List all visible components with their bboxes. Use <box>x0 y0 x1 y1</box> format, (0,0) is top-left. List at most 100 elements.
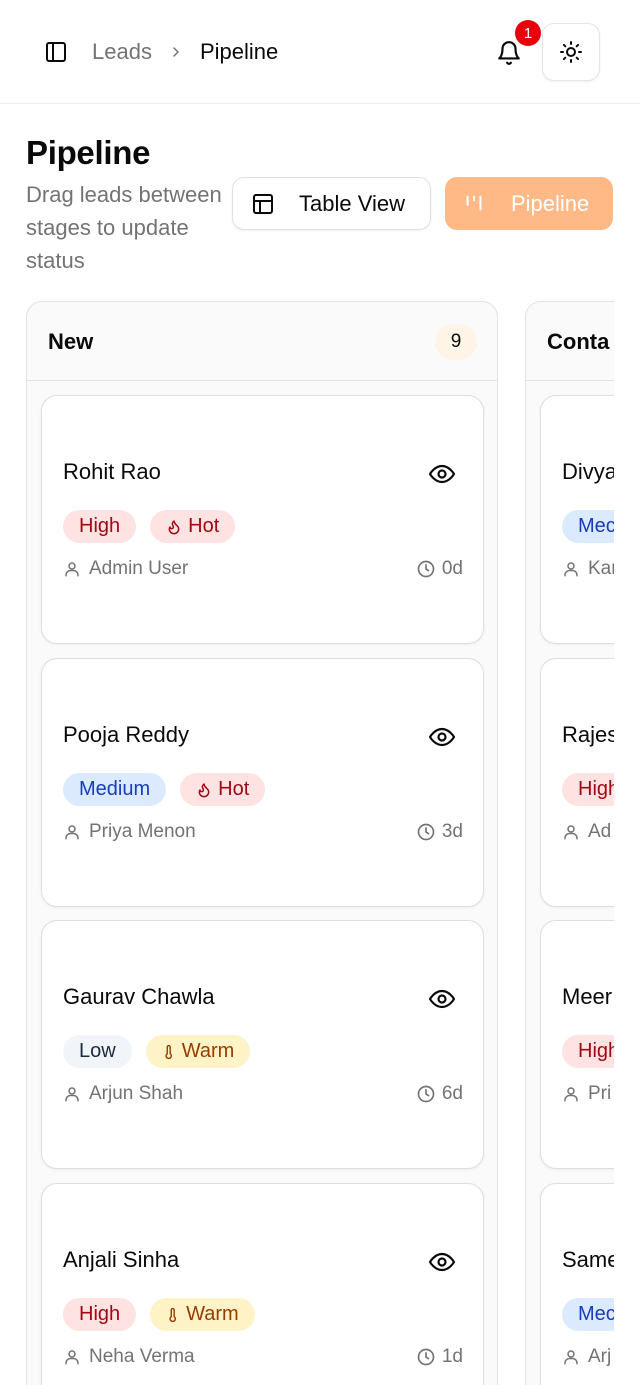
table-icon <box>253 193 273 214</box>
lead-badges: Medium Hot <box>63 773 266 806</box>
lead-age: 3d <box>416 821 463 843</box>
temperature-label: Hot <box>188 515 220 537</box>
age-value: 0d <box>441 558 463 579</box>
lead-meta: Arj <box>562 1346 614 1370</box>
priority-badge: Low <box>63 1035 132 1068</box>
lead-card[interactable]: Anjali Sinha High Warm Neha Verma 1d <box>41 1183 484 1385</box>
temperature-label: Hot <box>218 778 250 800</box>
page-subtitle: Drag leads between stages to update stat… <box>26 182 222 273</box>
lead-owner: Neha Verma <box>63 1346 195 1368</box>
lead-owner: Priya Menon <box>63 821 196 843</box>
lead-card[interactable]: Divya Mec Kar <box>540 395 614 644</box>
lead-meta: Pri <box>562 1083 614 1107</box>
priority-badge: High <box>63 510 137 543</box>
lead-meta: Priya Menon 3d <box>63 821 463 845</box>
lead-name: Rohit Rao <box>63 459 161 484</box>
temperature-label: Warm <box>186 1303 239 1325</box>
lead-name: Meer <box>562 984 613 1009</box>
age-value: 6d <box>441 1083 463 1104</box>
breadcrumb-current: Pipeline <box>199 39 279 64</box>
pipeline-view-label: Pipeline <box>511 190 590 216</box>
lead-badges: High Warm <box>63 1298 255 1331</box>
thermometer-icon <box>169 1307 177 1322</box>
lead-card[interactable]: Rohit Rao High Hot Admin User 0d <box>41 395 484 644</box>
lead-card[interactable]: Gaurav Chawla Low Warm Arjun Shah 6d <box>41 920 484 1169</box>
theme-toggle-button[interactable] <box>542 23 600 81</box>
table-view-button[interactable]: Table View <box>232 177 431 230</box>
column-title: Conta <box>547 329 610 354</box>
chevron-right-icon <box>168 44 184 60</box>
age-value: 1d <box>441 1346 463 1367</box>
user-icon <box>564 562 578 577</box>
stage-column-new: New 9 Rohit Rao High Hot Admin User 0d P… <box>26 301 498 1385</box>
lead-name: Anjali Sinha <box>63 1247 180 1272</box>
lead-badges: High <box>562 773 614 806</box>
thermometer-icon <box>165 1044 172 1059</box>
sun-icon <box>560 41 582 63</box>
lead-name: Rajes <box>562 722 614 747</box>
priority-badge: Medium <box>63 773 167 806</box>
priority-badge: High <box>63 1298 137 1331</box>
lead-owner: Pri <box>562 1083 611 1105</box>
pipeline-view-button[interactable]: Pipeline <box>445 177 613 230</box>
user-icon <box>564 825 578 840</box>
lead-owner: Arjun Shah <box>63 1083 183 1105</box>
temperature-badge: Hot <box>150 510 236 543</box>
pipeline-board[interactable]: New 9 Rohit Rao High Hot Admin User 0d P… <box>0 301 614 1385</box>
user-icon <box>65 1087 79 1102</box>
lead-badges: Mec <box>562 1298 614 1331</box>
lead-badges: High Hot <box>63 510 236 543</box>
lead-age: 1d <box>416 1346 463 1368</box>
clock-icon <box>417 1348 435 1366</box>
lead-owner: Admin User <box>63 558 188 580</box>
lead-age: 0d <box>416 558 463 580</box>
kanban-icon <box>466 195 482 211</box>
lead-meta: Neha Verma 1d <box>63 1346 463 1370</box>
sidebar-icon <box>46 42 66 62</box>
lead-name: Pooja Reddy <box>63 722 189 747</box>
temperature-badge: Warm <box>150 1298 255 1331</box>
sidebar-toggle-button[interactable] <box>40 36 72 68</box>
page-title: Pipeline <box>26 134 151 171</box>
clock-icon <box>417 823 435 841</box>
lead-badges: Low Warm <box>63 1035 251 1068</box>
clock-icon <box>417 1085 435 1103</box>
age-value: 3d <box>441 821 463 842</box>
priority-badge: Mec <box>562 1298 614 1331</box>
stage-column-contacted: Conta Divya Mec Kar Rajes High A <box>525 301 614 1385</box>
eye-icon[interactable] <box>428 1251 456 1273</box>
eye-icon[interactable] <box>428 988 456 1010</box>
lead-meta: Arjun Shah 6d <box>63 1083 463 1107</box>
temperature-badge: Hot <box>180 773 266 806</box>
column-header: Conta <box>526 302 614 381</box>
lead-name: Divya <box>562 459 614 484</box>
table-view-label: Table View <box>299 190 405 216</box>
owner-name: Arjun Shah <box>89 1083 184 1104</box>
priority-badge: Mec <box>562 510 614 543</box>
user-icon <box>564 1350 578 1365</box>
notification-count-badge: 1 <box>515 20 541 46</box>
lead-meta: Admin User 0d <box>63 558 463 582</box>
column-title: New <box>48 329 94 354</box>
column-header: New 9 <box>27 302 497 381</box>
lead-age: 6d <box>416 1083 463 1105</box>
column-count-badge: 9 <box>435 324 477 360</box>
lead-card[interactable]: Meer High Pri <box>540 920 614 1169</box>
eye-icon[interactable] <box>428 726 456 748</box>
temperature-badge: Warm <box>145 1035 251 1068</box>
lead-card[interactable]: Rajes High Ad <box>540 658 614 907</box>
owner-name: Admin User <box>89 558 189 579</box>
eye-icon[interactable] <box>428 463 456 485</box>
user-icon <box>65 562 79 577</box>
priority-badge: High <box>562 773 614 806</box>
lead-card[interactable]: Same Mec Arj <box>540 1183 614 1385</box>
temperature-label: Warm <box>181 1040 235 1062</box>
priority-badge: High <box>562 1035 614 1068</box>
owner-name: Kar <box>588 558 614 579</box>
lead-meta: Kar <box>562 558 614 582</box>
breadcrumb-leads-link[interactable]: Leads <box>92 39 152 65</box>
bell-icon <box>498 41 520 65</box>
lead-card[interactable]: Pooja Reddy Medium Hot Priya Menon 3d <box>41 658 484 907</box>
lead-badges: High <box>562 1035 614 1068</box>
flame-icon <box>198 782 210 797</box>
